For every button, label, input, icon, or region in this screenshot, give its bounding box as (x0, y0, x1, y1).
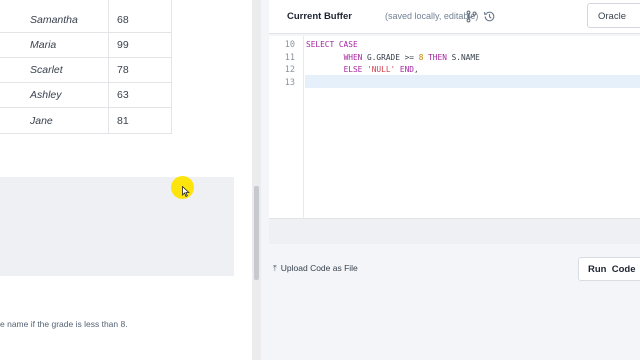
grade-cell: 68 (108, 0, 172, 33)
sql-keyword: THEN (428, 52, 447, 62)
student-name-cell: Jane (0, 107, 109, 134)
history-icon[interactable] (483, 10, 496, 23)
explanation-box (0, 177, 234, 276)
sql-keyword: WHEN (343, 52, 363, 62)
grade-cell: 81 (108, 107, 172, 134)
code-line[interactable]: SELECT CASE (306, 40, 358, 49)
upload-code-button[interactable]: ⤒ Upload Code as File (273, 263, 358, 274)
line-number: 13 (284, 77, 295, 88)
line-number-gutter: 10 11 12 13 (269, 36, 304, 218)
student-name-cell: Scarlet (0, 56, 109, 84)
student-name-cell: Ashley (0, 82, 109, 109)
git-branch-icon[interactable] (465, 10, 478, 23)
grade-cell: 63 (108, 82, 172, 109)
grade-cell: 78 (108, 56, 172, 84)
sample-output-table: Samantha 68 Maria 99 Scarlet 78 Ashley 6… (0, 0, 172, 134)
table-row: Jane 81 (0, 107, 172, 134)
mouse-cursor-icon (182, 186, 190, 197)
problem-hint-text: e name if the grade is less than 8. (0, 319, 128, 329)
language-select[interactable]: Oracle (587, 3, 640, 28)
sql-keyword: ELSE (343, 65, 363, 74)
scrollbar-thumb[interactable] (254, 186, 259, 280)
code-line[interactable]: WHEN G.GRADE >= 8 THEN S.NAME (306, 53, 480, 62)
table-row: Samantha 68 (0, 0, 172, 33)
table-row: Ashley 63 (0, 82, 172, 109)
editor-footer (269, 218, 640, 244)
code-line[interactable]: ELSE 'NULL' END, (306, 65, 419, 74)
code-pane: Current Buffer (saved locally, editable)… (261, 0, 640, 360)
sql-keyword: SELECT CASE (306, 40, 358, 49)
sql-string: 'NULL' (367, 65, 396, 74)
upload-icon: ⤒ (273, 263, 277, 273)
sql-operator: >= (404, 52, 414, 62)
upload-label: Upload Code as File (280, 263, 358, 273)
student-name-cell: Maria (0, 31, 109, 58)
line-number: 12 (284, 65, 295, 75)
sql-identifier: S.NAME (451, 52, 480, 62)
buffer-title: Current Buffer (287, 11, 352, 22)
problem-pane: Samantha 68 Maria 99 Scarlet 78 Ashley 6… (0, 0, 252, 360)
line-number: 10 (284, 40, 295, 50)
table-row: Scarlet 78 (0, 56, 172, 84)
active-line-highlight (305, 75, 640, 88)
buffer-header: Current Buffer (saved locally, editable)… (269, 0, 640, 34)
student-name-cell: Samantha (0, 0, 109, 33)
grade-cell: 99 (108, 31, 172, 58)
table-row: Maria 99 (0, 31, 172, 58)
sql-keyword: END (399, 65, 415, 74)
run-code-button[interactable]: Run Code (578, 257, 640, 281)
pane-splitter[interactable] (252, 0, 261, 360)
line-number: 11 (284, 52, 295, 63)
sql-identifier: G.GRADE (367, 52, 400, 62)
sql-number: 8 (418, 52, 424, 62)
code-editor[interactable]: 10 11 12 13 SELECT CASE WHEN G.GRADE >= … (269, 36, 640, 218)
sql-punctuation: , (414, 65, 419, 74)
